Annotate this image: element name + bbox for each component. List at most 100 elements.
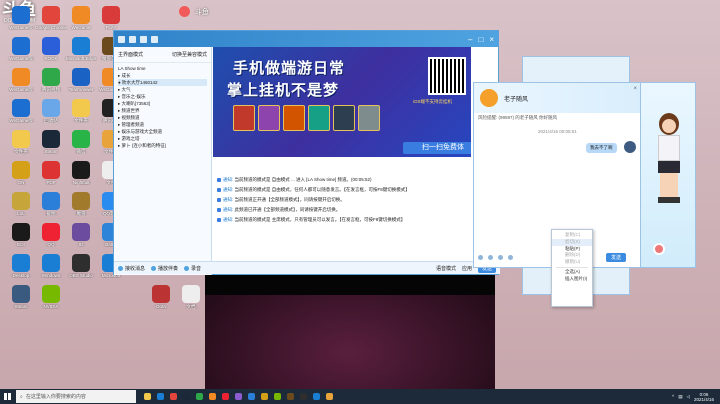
desktop-icon[interactable]: 文档 <box>174 281 208 315</box>
desktop-icon[interactable]: WeGame版 <box>4 2 38 36</box>
channel-tree-item[interactable]: ▸ 大喇叭[73563] <box>118 100 207 107</box>
file-icon[interactable] <box>498 255 503 260</box>
desktop-icon[interactable]: Microsoft Edge <box>64 33 98 67</box>
taskbar-app-icon[interactable] <box>144 393 151 400</box>
channel-tree-item[interactable]: ▸ 大气 <box>118 86 207 93</box>
mode-label[interactable]: 主界面模式 <box>118 51 143 58</box>
desktop-icon[interactable]: Steam <box>34 126 68 160</box>
channel-tree-item[interactable]: ▸ 娱乐与游戏大全频道 <box>118 128 207 135</box>
channel-tree-item[interactable]: ● 吹水大厅1460142 <box>118 79 207 86</box>
taskbar-app-icon[interactable] <box>313 393 320 400</box>
desktop-icon[interactable]: 腾讯视频 <box>34 64 68 98</box>
taskbar-app-icon[interactable] <box>235 393 242 400</box>
tray-arrow-icon[interactable]: ^ <box>672 394 674 399</box>
desktop-icon[interactable]: 魔兽 <box>64 188 98 222</box>
receive-msg-button[interactable]: 接收消息 <box>118 265 145 272</box>
desktop-icon[interactable]: Dota <box>144 281 178 315</box>
channel-tree-item[interactable]: ▸ 游戏之塔 <box>118 135 207 142</box>
desktop-icon[interactable]: WeGame版 <box>4 33 38 67</box>
taskbar-search[interactable]: ⌕ 在这里输入你要搜索的内容 <box>16 390 136 403</box>
toolbar-icon[interactable] <box>151 35 158 43</box>
accompany-button[interactable]: 播放伴奏 <box>151 265 178 272</box>
desktop-icon[interactable]: QQ <box>34 219 68 253</box>
screenshot-icon[interactable] <box>508 255 513 260</box>
desktop-icon[interactable]: 截图 <box>34 188 68 222</box>
taskbar-app-icon[interactable] <box>300 393 307 400</box>
desktop-icon[interactable]: 文件夹 <box>4 126 38 160</box>
chat-send-button[interactable]: 发送 <box>605 253 626 262</box>
taskbar-app-icon[interactable] <box>170 393 177 400</box>
clock[interactable]: 0:06 2021/4/16 <box>694 392 714 402</box>
small-avatar-icon[interactable] <box>653 243 665 255</box>
maximize-icon[interactable]: □ <box>478 35 483 44</box>
avatar-legs <box>660 173 678 197</box>
desktop-icon[interactable]: KOOK <box>34 33 68 67</box>
taskbar-app-icon[interactable] <box>209 393 216 400</box>
taskbar-app-icon[interactable] <box>326 393 333 400</box>
channel-tree[interactable]: LA Show time ▸ 成长 ● 吹水大厅1460142 ▸ 大气 ▸ 音乐之… <box>114 63 211 151</box>
app-icon <box>72 68 90 86</box>
network-icon[interactable]: ▤ <box>678 394 682 400</box>
desktop-icon[interactable]: 文件夹 <box>64 95 98 129</box>
minimize-icon[interactable]: – <box>468 35 472 44</box>
channel-tree-item[interactable]: ▸ 成长 <box>118 72 207 79</box>
context-menu-item[interactable]: 复制(C) <box>552 232 592 239</box>
contact-avatar[interactable] <box>480 89 498 107</box>
apps-button[interactable]: 应用 <box>462 265 472 272</box>
context-menu-item[interactable]: 撤销(U) <box>552 259 592 266</box>
image-icon[interactable] <box>488 255 493 260</box>
main-window-titlebar[interactable]: – □ × <box>114 31 498 47</box>
taskbar-app-icon[interactable] <box>183 393 190 400</box>
yy-main-window[interactable]: – □ × 主界面模式 切换至兼容模式 LA Show time ▸ 成长 ● 吹水… <box>113 30 500 275</box>
emoji-icon[interactable] <box>478 255 483 260</box>
banner-scan-button[interactable]: 扫一扫免费体 <box>403 142 471 154</box>
close-icon[interactable]: × <box>633 86 637 92</box>
channel-tree-item[interactable]: ▸ 管理者频道 <box>118 121 207 128</box>
desktop-icon[interactable]: ID <box>64 219 98 253</box>
desktop-icon[interactable]: WeGame <box>64 2 98 36</box>
taskbar-app-icon[interactable] <box>274 393 281 400</box>
desktop-icon[interactable]: 回收站 <box>34 95 68 129</box>
desktop-icon[interactable]: ON <box>4 157 38 191</box>
desktop-icon[interactable]: Steam <box>4 281 38 315</box>
desktop-icon[interactable]: WeGame版 <box>4 95 38 129</box>
desktop-icon[interactable]: PDF <box>34 157 68 191</box>
desktop-icon[interactable]: OBS Studio <box>64 250 98 284</box>
desktop-icon[interactable]: NVIDIA <box>34 281 68 315</box>
channel-tree-item[interactable]: ▸ 音乐之-娱乐 <box>118 93 207 100</box>
taskbar-app-icon[interactable] <box>287 393 294 400</box>
taskbar-app-icon[interactable] <box>248 393 255 400</box>
desktop-icon[interactable]: WeGame版 <box>4 64 38 98</box>
volume-icon[interactable]: ◁ <box>687 394 690 400</box>
context-menu-item[interactable]: 插入图片(I) <box>552 276 592 283</box>
taskbar-app-icon[interactable] <box>157 393 164 400</box>
desktop-icon[interactable]: Desktop <box>4 250 38 284</box>
taskbar-app-icon[interactable] <box>222 393 229 400</box>
channel-tree-item[interactable]: LA Show time <box>118 65 207 72</box>
channel-tree-item[interactable]: ▸ 频道世界 <box>118 107 207 114</box>
desktop-icon[interactable]: Google Chrome <box>34 2 68 36</box>
switch-mode-link[interactable]: 切换至兼容模式 <box>172 51 207 58</box>
context-menu[interactable]: 复制(C) 剪切(X) 粘贴(P) 删除(D) 撤销(U) 全选(A) 插入图片(I) <box>551 229 593 307</box>
taskbar-app-icon[interactable] <box>196 393 203 400</box>
start-button[interactable] <box>0 389 14 404</box>
mic-icon <box>118 265 123 271</box>
record-button[interactable]: 录音 <box>184 265 201 272</box>
context-menu-item[interactable]: 全选(A) <box>552 269 592 276</box>
desktop-icon[interactable]: Windows <box>34 250 68 284</box>
chat-timestamp: 2021/4/16 00:05:51 <box>538 129 577 134</box>
desktop-icon[interactable]: LoL <box>4 188 38 222</box>
close-icon[interactable]: × <box>489 35 494 44</box>
taskbar-app-icon[interactable] <box>261 393 268 400</box>
desktop-icon[interactable]: Nightfall <box>64 157 98 191</box>
voice-mode-select[interactable]: 语音模式 <box>436 265 456 272</box>
desktop-icon[interactable]: 微信 <box>64 126 98 160</box>
channel-tree-item[interactable]: ▸ 萝卜 (连小和者的特征) <box>118 142 207 149</box>
context-menu-item[interactable]: 剪切(X) <box>552 238 592 246</box>
desktop-icon[interactable]: EDI <box>4 219 38 253</box>
toolbar-icon[interactable] <box>140 35 147 43</box>
desktop-icon[interactable]: TeamViewer <box>64 64 98 98</box>
channel-tree-item[interactable]: ▸ 视频频道 <box>118 114 207 121</box>
ad-banner[interactable]: 手机做端游日常 掌上挂机不是梦 iOS端不支持云挂机 扫一扫免费体 <box>213 47 471 157</box>
toolbar-icon[interactable] <box>129 35 136 43</box>
